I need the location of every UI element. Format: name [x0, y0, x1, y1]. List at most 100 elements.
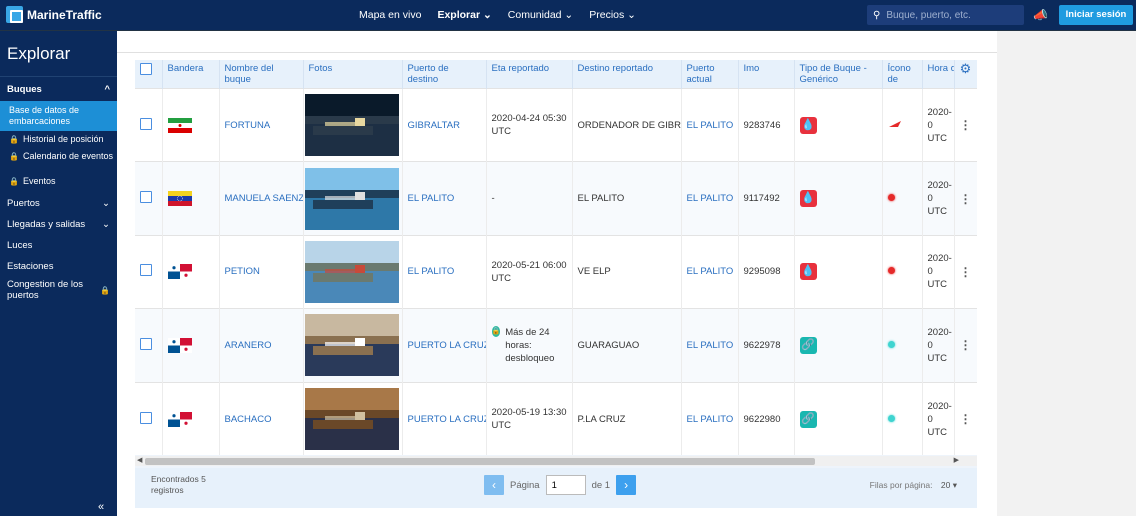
row-checkbox[interactable]	[140, 411, 152, 424]
map-icon-cell	[882, 161, 923, 236]
type-cell: 🔗	[794, 308, 883, 383]
vessel-photo[interactable]	[304, 167, 399, 230]
table-row[interactable]: BACHACO PUERTO LA CRUZ 2020-05-19 13:30 UT…	[135, 381, 977, 456]
dest-port-link[interactable]: EL PALITO	[402, 161, 487, 236]
scroll-right-icon[interactable]: ▶	[954, 456, 959, 464]
vessel-name-link[interactable]: FORTUNA	[219, 87, 304, 162]
table-row[interactable]: FORTUNA GIBRALTAR 2020-04-24 05:30 UTC ORDE…	[135, 87, 977, 162]
col-current-port[interactable]: Puerto actual	[681, 60, 739, 89]
settings-gear-icon[interactable]: ⚙	[954, 60, 977, 89]
more-options-icon[interactable]: ⋮	[954, 381, 977, 456]
vessel-photo[interactable]	[304, 314, 399, 377]
nav-explore[interactable]: Explorar ⌄	[437, 9, 491, 21]
dest-port-link[interactable]: PUERTO LA CRUZ	[402, 381, 487, 456]
vessel-name-link[interactable]: PETION	[219, 234, 304, 309]
current-port-link[interactable]: EL PALITO	[681, 308, 739, 383]
login-button[interactable]: Iniciar sesión	[1059, 5, 1133, 25]
more-options-icon[interactable]: ⋮	[954, 308, 977, 383]
rows-per-page-select[interactable]: 20 ▾	[941, 480, 957, 490]
horizontal-scrollbar[interactable]: ◀ ▶	[135, 456, 977, 466]
sidebar-item-ports[interactable]: Puertos ⌄	[0, 193, 117, 214]
eta-cell: 🔒 Más de 24 horas: desbloqueo	[486, 308, 573, 383]
map-icon-cell	[882, 308, 923, 383]
tanker-icon: 💧	[799, 116, 817, 134]
next-page-button[interactable]: ›	[616, 475, 637, 495]
eta-unlock-text[interactable]: Más de 24 horas: desbloqueo	[505, 326, 566, 365]
search-input[interactable]	[886, 9, 1012, 21]
nav-community[interactable]: Comunidad ⌄	[508, 9, 573, 21]
row-checkbox[interactable]	[140, 264, 152, 277]
lock-icon: 🔒	[9, 135, 19, 144]
sidebar-item-stations[interactable]: Estaciones	[0, 256, 117, 277]
table-row[interactable]: MANUELA SAENZ EL PALITO - EL PALITO EL PALIT…	[135, 161, 977, 236]
megaphone-icon[interactable]: 📣	[1033, 8, 1048, 22]
dest-port-link[interactable]: PUERTO LA CRUZ	[402, 308, 487, 383]
col-name[interactable]: Nombre del buque	[219, 60, 304, 89]
dest-port-link[interactable]: EL PALITO	[402, 234, 487, 309]
vessel-name-link[interactable]: ARANERO	[219, 308, 304, 383]
nav-pricing[interactable]: Precios ⌄	[589, 9, 636, 21]
current-port-link[interactable]: EL PALITO	[681, 87, 739, 162]
sidebar-section-vessels[interactable]: Buques ^	[0, 77, 117, 101]
current-port-link[interactable]: EL PALITO	[681, 381, 739, 456]
sidebar-item-lights[interactable]: Luces	[0, 235, 117, 256]
row-checkbox[interactable]	[140, 117, 152, 130]
col-reported-dest[interactable]: Destino reportado	[572, 60, 682, 89]
flag-cell	[162, 234, 220, 309]
table-row[interactable]: PETION EL PALITO 2020-05-21 06:00 UTC VE EL…	[135, 234, 977, 309]
more-options-icon[interactable]: ⋮	[954, 234, 977, 309]
ship-logo-icon	[6, 6, 23, 23]
scroll-left-icon[interactable]: ◀	[137, 456, 142, 464]
current-port-link[interactable]: EL PALITO	[681, 234, 739, 309]
map-icon-cell	[882, 87, 923, 162]
table-row[interactable]: ARANERO PUERTO LA CRUZ 🔒 Más de 24 horas: d…	[135, 308, 977, 383]
col-position-time[interactable]: Hora de posición	[922, 60, 955, 89]
imo-value: 9283746	[738, 87, 795, 162]
venezuela-flag-icon	[167, 191, 214, 207]
col-flag[interactable]: Bandera	[162, 60, 220, 89]
chevron-down-icon: ⌄	[102, 219, 110, 230]
current-port-link[interactable]: EL PALITO	[681, 161, 739, 236]
col-type[interactable]: Tipo de Buque - Genérico	[794, 60, 883, 89]
nav-live-map[interactable]: Mapa en vivo	[359, 9, 421, 21]
sidebar-item-position-history[interactable]: 🔒 Historial de posición	[0, 134, 117, 151]
col-photos[interactable]: Fotos	[303, 60, 403, 89]
brand-logo[interactable]: MarineTraffic	[6, 6, 102, 23]
more-options-icon[interactable]: ⋮	[954, 161, 977, 236]
vessel-name-link[interactable]: MANUELA SAENZ	[219, 161, 304, 236]
red-dot-icon	[887, 194, 895, 202]
sidebar: Explorar Buques ^ Base de datos de embar…	[0, 31, 117, 516]
vessel-photo[interactable]	[304, 240, 399, 303]
vessel-photo[interactable]	[304, 388, 399, 450]
sidebar-item-arrivals[interactable]: Llegadas y salidas ⌄	[0, 214, 117, 235]
sidebar-item-vessel-database[interactable]: Base de datos de embarcaciones	[0, 101, 117, 131]
sidebar-item-port-congestion[interactable]: Congestion de los puertos 🔒	[0, 277, 117, 303]
photo-cell	[303, 381, 403, 456]
collapse-sidebar-icon[interactable]: «	[98, 501, 104, 513]
cyan-dot-icon	[887, 414, 895, 422]
col-map-icon[interactable]: Ícono de	[882, 60, 923, 89]
main-nav: Mapa en vivo Explorar ⌄ Comunidad ⌄ Prec…	[359, 9, 636, 21]
col-dest-port[interactable]: Puerto de destino	[402, 60, 487, 89]
vessel-name-link[interactable]: BACHACO	[219, 381, 304, 456]
prev-page-button[interactable]: ‹	[484, 475, 504, 495]
eta-cell: 2020-04-24 05:30 UTC	[486, 87, 573, 162]
tug-icon: 🔗	[799, 410, 817, 428]
sidebar-item-events[interactable]: 🔒 Eventos	[0, 176, 117, 193]
col-eta[interactable]: Eta reportado	[486, 60, 573, 89]
vessel-photo[interactable]	[304, 94, 399, 157]
page-number-input[interactable]	[545, 475, 586, 495]
page-label: Página	[510, 479, 540, 491]
row-checkbox[interactable]	[140, 191, 152, 204]
col-imo[interactable]: Imo	[738, 60, 795, 89]
select-all-checkbox[interactable]	[140, 63, 152, 75]
type-cell: 💧	[794, 87, 883, 162]
dest-port-link[interactable]: GIBRALTAR	[402, 87, 487, 162]
eta-value: 2020-05-21 06:00 UTC	[491, 259, 567, 284]
sidebar-item-events-calendar[interactable]: 🔒 Calendario de eventos	[0, 151, 117, 176]
row-checkbox[interactable]	[140, 337, 152, 350]
search-box[interactable]: ⚲	[867, 5, 1024, 25]
more-options-icon[interactable]: ⋮	[954, 87, 977, 162]
scrollbar-thumb[interactable]	[145, 458, 815, 465]
cyan-dot-icon	[887, 340, 895, 348]
